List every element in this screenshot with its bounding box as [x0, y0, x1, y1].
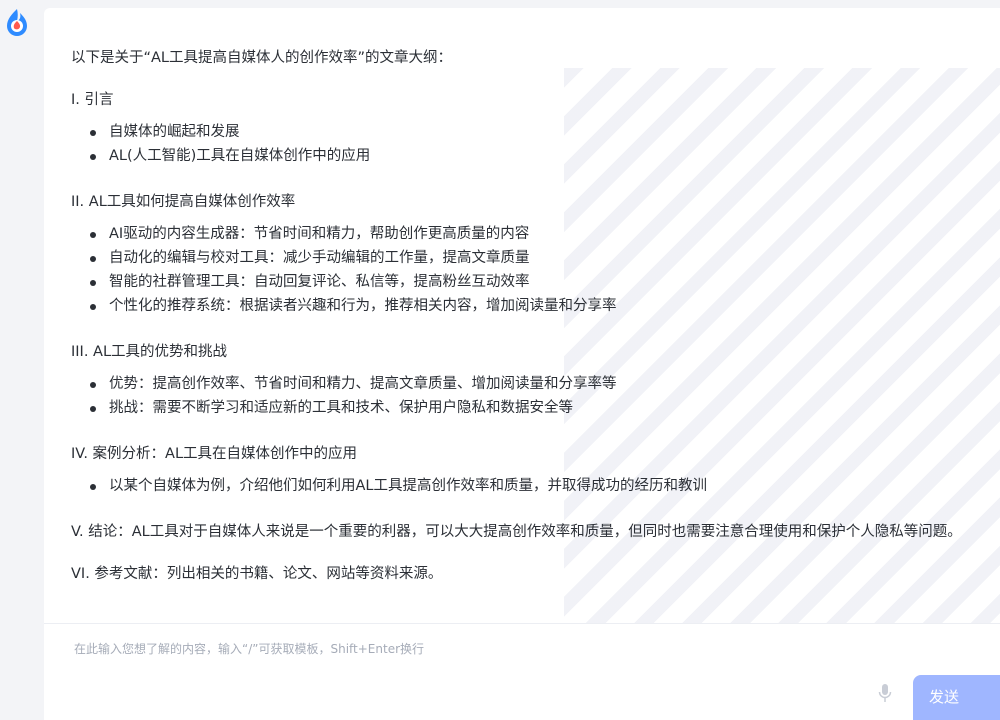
references-text: VI. 参考文献：列出相关的书籍、论文、网站等资料来源。 [71, 566, 443, 582]
conclusion-text: V. 结论：AL工具对于自媒体人来说是一个重要的利器，可以大大提高创作效率和质量… [71, 524, 962, 540]
section-title: III. AL工具的优势和挑战 [71, 344, 228, 360]
app-logo-icon[interactable] [3, 8, 31, 38]
list-item: 智能的社群管理工具：自动回复评论、私信等，提高粉丝互动效率 [71, 270, 971, 294]
list-item: 挑战：需要不断学习和适应新的工具和技术、保护用户隐私和数据安全等 [71, 396, 971, 420]
bullet-list: 以某个自媒体为例，介绍他们如何利用AL工具提高创作效率和质量，并取得成功的经历和… [71, 474, 971, 498]
list-item: AL(人工智能)工具在自媒体创作中的应用 [71, 144, 971, 168]
microphone-icon[interactable] [877, 682, 893, 704]
list-item: 以某个自媒体为例，介绍他们如何利用AL工具提高创作效率和质量，并取得成功的经历和… [71, 474, 971, 498]
section-title: II. AL工具如何提高自媒体创作效率 [71, 194, 296, 210]
bullet-list: AI驱动的内容生成器：节省时间和精力，帮助创作更高质量的内容 自动化的编辑与校对… [71, 222, 971, 318]
list-item: AI驱动的内容生成器：节省时间和精力，帮助创作更高质量的内容 [71, 222, 971, 246]
message-content: 以下是关于“AL工具提高自媒体人的创作效率”的文章大纲： I. 引言 自媒体的崛… [71, 46, 971, 604]
section-title: IV. 案例分析：AL工具在自媒体创作中的应用 [71, 446, 358, 462]
bullet-list: 优势：提高创作效率、节省时间和精力、提高文章质量、增加阅读量和分享率等 挑战：需… [71, 372, 971, 420]
left-rail [0, 0, 44, 720]
message-input[interactable]: 在此输入您想了解的内容，输入“/”可获取模板，Shift+Enter换行 [74, 640, 424, 657]
bullet-list: 自媒体的崛起和发展 AL(人工智能)工具在自媒体创作中的应用 [71, 120, 971, 168]
list-item: 自媒体的崛起和发展 [71, 120, 971, 144]
list-item: 个性化的推荐系统：根据读者兴趣和行为，推荐相关内容，增加阅读量和分享率 [71, 294, 971, 318]
message-input-area[interactable]: 在此输入您想了解的内容，输入“/”可获取模板，Shift+Enter换行 发送 [44, 623, 1000, 720]
intro-text: 以下是关于“AL工具提高自媒体人的创作效率”的文章大纲： [71, 50, 453, 66]
send-button[interactable]: 发送 [913, 675, 1000, 720]
section-title: I. 引言 [71, 92, 114, 108]
list-item: 自动化的编辑与校对工具：减少手动编辑的工作量，提高文章质量 [71, 246, 971, 270]
chat-message-card: 以下是关于“AL工具提高自媒体人的创作效率”的文章大纲： I. 引言 自媒体的崛… [44, 8, 1000, 623]
list-item: 优势：提高创作效率、节省时间和精力、提高文章质量、增加阅读量和分享率等 [71, 372, 971, 396]
